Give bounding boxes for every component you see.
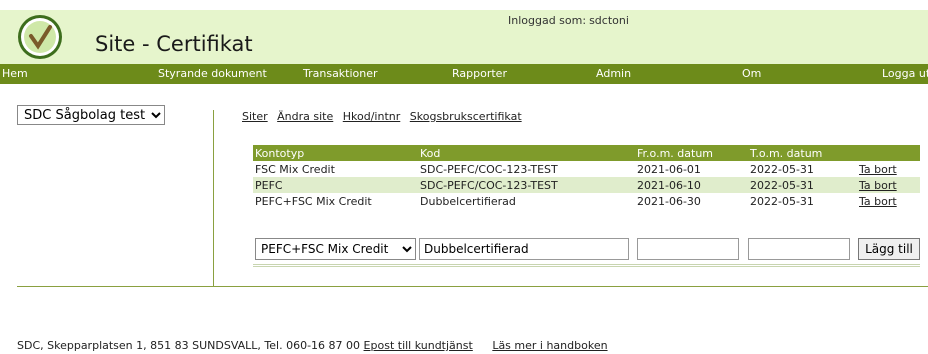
kontotyp-select[interactable]: PEFC+FSC Mix Credit — [255, 238, 416, 260]
certificate-table: Kontotyp Kod Fr.o.m. datum T.o.m. datum … — [253, 145, 920, 209]
nav-item-logga-ut[interactable]: Logga ut — [882, 67, 928, 80]
table-row: PEFC+FSC Mix Credit Dubbelcertifierad 20… — [253, 193, 920, 209]
remove-link[interactable]: Ta bort — [859, 195, 897, 208]
header-kontotyp: Kontotyp — [255, 147, 305, 160]
site-select[interactable]: SDC Sågbolag test — [17, 105, 165, 125]
login-label: Inloggad som: — [508, 14, 587, 27]
cell-kod: Dubbelcertifierad — [420, 195, 516, 208]
footer-email-link[interactable]: Epost till kundtjänst — [364, 339, 473, 352]
nav-item-om[interactable]: Om — [742, 67, 761, 80]
tab-siter[interactable]: Siter — [242, 110, 268, 123]
page-footer: SDC, Skepparplatsen 1, 851 83 SUNDSVALL,… — [17, 339, 608, 352]
remove-link[interactable]: Ta bort — [859, 179, 897, 192]
cell-kod: SDC-PEFC/COC-123-TEST — [420, 179, 558, 192]
cell-tom-date: 2022-05-31 — [750, 163, 814, 176]
cell-kod: SDC-PEFC/COC-123-TEST — [420, 163, 558, 176]
add-button[interactable]: Lägg till — [858, 238, 920, 260]
login-info: Inloggad som: sdctoni — [508, 14, 629, 27]
header-from-date: Fr.o.m. datum — [637, 147, 714, 160]
tab-hkod-intnr[interactable]: Hkod/intnr — [343, 110, 401, 123]
nav-item-styrande-dokument[interactable]: Styrande dokument — [158, 67, 267, 80]
table-row: PEFC SDC-PEFC/COC-123-TEST 2021-06-10 20… — [253, 177, 920, 193]
footer-manual-link[interactable]: Läs mer i handboken — [492, 339, 607, 352]
nav-item-rapporter[interactable]: Rapporter — [452, 67, 507, 80]
cell-kontotyp: FSC Mix Credit — [255, 163, 335, 176]
main-nav: Hem Styrande dokument Transaktioner Rapp… — [0, 64, 928, 84]
cell-kontotyp: PEFC — [255, 179, 283, 192]
sub-tabs: Siter Ändra site Hkod/intnr Skogsbruksce… — [242, 110, 528, 123]
from-date-input[interactable] — [637, 238, 739, 260]
tom-date-input[interactable] — [748, 238, 850, 260]
checkmark-badge-icon — [18, 15, 62, 59]
cell-from-date: 2021-06-01 — [637, 163, 701, 176]
page-header: Site - Certifikat Inloggad som: sdctoni — [0, 10, 928, 64]
remove-link[interactable]: Ta bort — [859, 163, 897, 176]
nav-item-hem[interactable]: Hem — [2, 67, 28, 80]
cell-from-date: 2021-06-30 — [637, 195, 701, 208]
page-title: Site - Certifikat — [95, 32, 253, 56]
table-row: FSC Mix Credit SDC-PEFC/COC-123-TEST 202… — [253, 161, 920, 177]
table-header-row: Kontotyp Kod Fr.o.m. datum T.o.m. datum — [253, 145, 920, 161]
tab-skogsbrukscertifikat[interactable]: Skogsbrukscertifikat — [410, 110, 522, 123]
cell-from-date: 2021-06-10 — [637, 179, 701, 192]
nav-item-transaktioner[interactable]: Transaktioner — [303, 67, 378, 80]
cell-kontotyp: PEFC+FSC Mix Credit — [255, 195, 372, 208]
kod-input[interactable] — [419, 238, 629, 260]
vertical-divider — [213, 110, 214, 286]
cell-tom-date: 2022-05-31 — [750, 179, 814, 192]
footer-address: SDC, Skepparplatsen 1, 851 83 SUNDSVALL,… — [17, 339, 361, 352]
horizontal-divider — [17, 286, 928, 287]
nav-item-admin[interactable]: Admin — [596, 67, 631, 80]
tab-andra-site[interactable]: Ändra site — [277, 110, 333, 123]
header-tom-date: T.o.m. datum — [750, 147, 823, 160]
login-user: sdctoni — [589, 14, 629, 27]
add-certificate-form: PEFC+FSC Mix Credit Lägg till — [253, 236, 920, 267]
header-kod: Kod — [420, 147, 441, 160]
cell-tom-date: 2022-05-31 — [750, 195, 814, 208]
